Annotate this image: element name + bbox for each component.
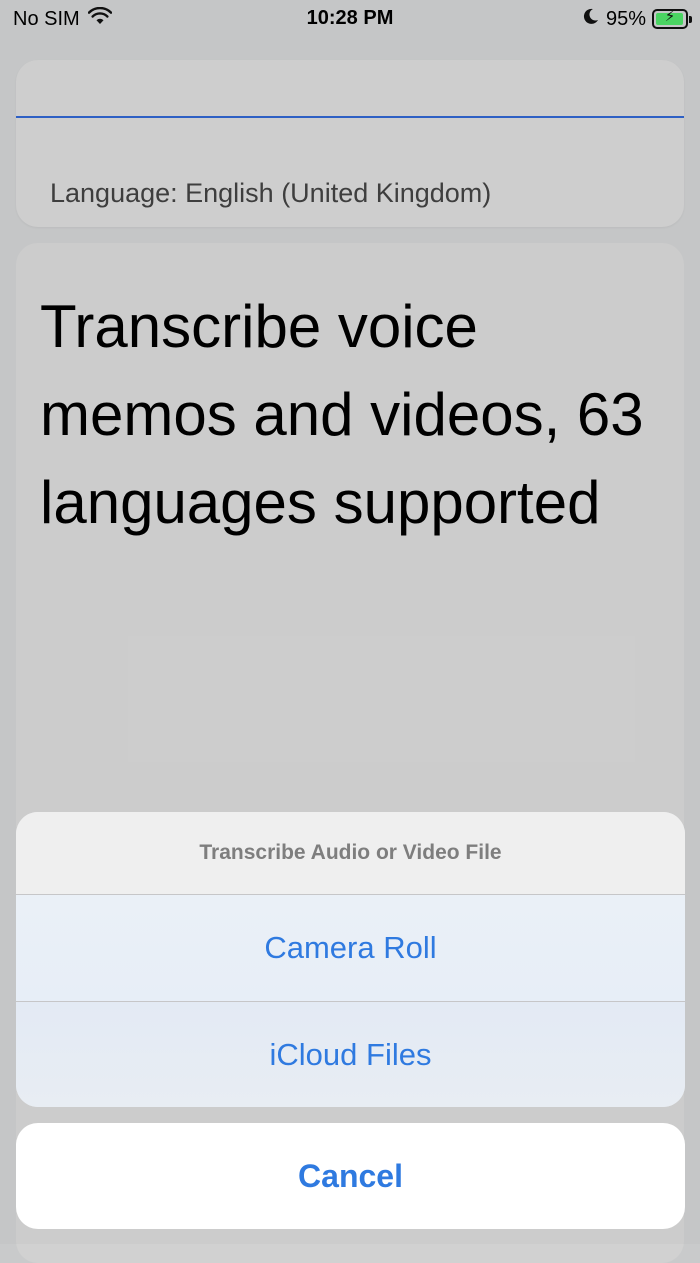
action-sheet: Transcribe Audio or Video File Camera Ro…: [16, 812, 685, 1107]
action-sheet-title: Transcribe Audio or Video File: [16, 812, 685, 895]
icloud-files-button[interactable]: iCloud Files: [16, 1002, 685, 1107]
camera-roll-button[interactable]: Camera Roll: [16, 895, 685, 1002]
cancel-button[interactable]: Cancel: [16, 1123, 685, 1229]
